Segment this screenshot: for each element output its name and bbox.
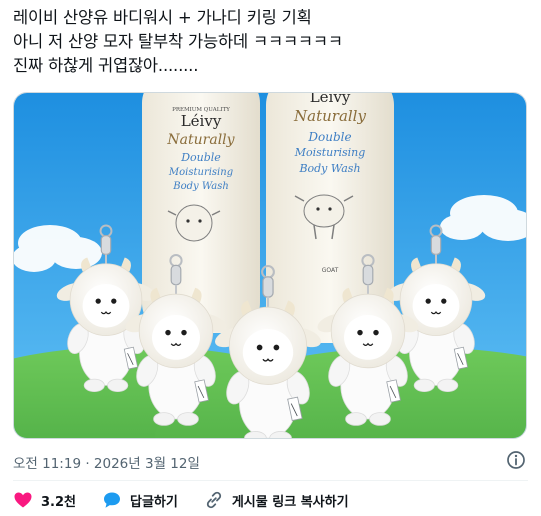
divider: [13, 480, 528, 481]
speech-bubble-icon: [104, 492, 120, 508]
tweet-timestamp[interactable]: 오전 11:19 · 2026년 3월 12일: [13, 452, 200, 472]
action-bar: 3.2천 답글하기 게시물 링크 복사하기: [13, 488, 369, 512]
svg-text:Double: Double: [180, 151, 221, 164]
svg-text:Body Wash: Body Wash: [172, 181, 229, 192]
svg-text:Léivy: Léivy: [181, 112, 222, 130]
reply-button[interactable]: 답글하기: [102, 490, 178, 510]
copy-link-button[interactable]: 게시물 링크 복사하기: [204, 490, 349, 510]
copy-link-label: 게시물 링크 복사하기: [231, 494, 349, 510]
reply-label: 답글하기: [130, 494, 178, 510]
like-button[interactable]: 3.2천: [13, 490, 76, 510]
info-icon[interactable]: [506, 450, 526, 470]
svg-text:Double: Double: [307, 130, 351, 144]
svg-text:Moisturising: Moisturising: [294, 146, 366, 159]
like-count: 3.2천: [41, 494, 76, 510]
tweet-image[interactable]: PREMIUM QUALITY Léivy Naturally Double M…: [13, 92, 527, 439]
svg-text:Body Wash: Body Wash: [298, 162, 360, 175]
tweet-text: 레이비 산양유 바디워시 + 가나디 키링 기획 아니 저 산양 모자 탈부착 …: [13, 8, 343, 75]
heart-icon: [14, 492, 32, 508]
svg-text:Léivy: Léivy: [310, 93, 351, 106]
svg-text:Naturally: Naturally: [293, 107, 366, 125]
svg-text:Naturally: Naturally: [166, 132, 235, 148]
link-icon: [206, 491, 221, 509]
svg-text:Moisturising: Moisturising: [168, 167, 233, 178]
svg-text:GOAT: GOAT: [322, 267, 339, 274]
